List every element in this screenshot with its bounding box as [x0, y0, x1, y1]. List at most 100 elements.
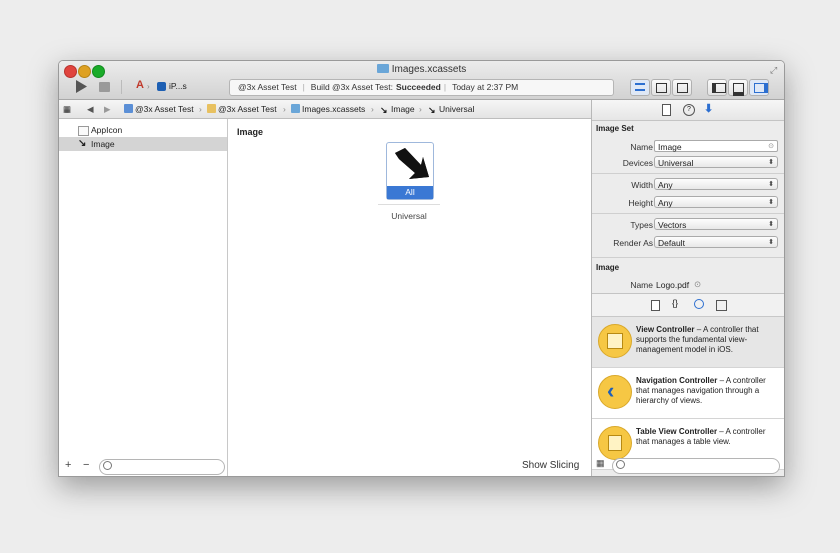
chevron-right-icon: › [371, 104, 374, 114]
library-tabs: {} [592, 294, 784, 317]
grid-view-icon[interactable]: ▦ [596, 458, 605, 469]
image-slot[interactable]: All [386, 142, 434, 200]
updown-icon: ⬍ [768, 221, 774, 228]
chevron-right-icon: › [147, 82, 150, 91]
assistant-editor-button[interactable] [651, 79, 671, 96]
media-library-icon[interactable] [716, 300, 727, 311]
breadcrumb-image[interactable]: ↘ Image [380, 100, 415, 118]
devices-row: Devices Universal ⬍ [592, 155, 784, 173]
run-button[interactable] [74, 79, 88, 94]
window-title: Images.xcassets [59, 64, 784, 75]
library-item-title: View Controller [636, 325, 695, 334]
file-inspector-icon[interactable] [662, 104, 671, 116]
arrow-down-right-icon: ↘ [380, 105, 388, 115]
utilities-panel: ? ⬇ Image Set Name Image ⊙ Devices Univer… [591, 100, 784, 476]
xcode-window: Images.xcassets ⤢ A › iP...s @3x Asset T… [58, 60, 785, 477]
list-icon [635, 83, 645, 91]
toggle-navigator-button[interactable] [707, 79, 727, 96]
breadcrumb-universal[interactable]: ↘ Universal [428, 100, 474, 118]
titlebar: Images.xcassets ⤢ A › iP...s @3x Asset T… [59, 61, 784, 100]
chevron-right-icon: › [199, 104, 202, 114]
library-item[interactable]: ‹ Navigation Controller – A controller t… [592, 368, 784, 419]
divider [592, 173, 784, 174]
fullscreen-icon[interactable]: ⤢ [770, 65, 777, 76]
height-row: Height Any ⬍ [592, 195, 784, 213]
stop-button[interactable] [99, 82, 110, 92]
appicon-icon [78, 126, 89, 136]
filter-icon [103, 461, 112, 470]
divider [592, 213, 784, 214]
updown-icon: ⬍ [768, 181, 774, 188]
status-result: Succeeded [395, 82, 441, 92]
navigation-controller-icon: ‹ [598, 375, 632, 409]
right-panel-icon [754, 83, 768, 93]
inspector-tabs: ? ⬇ [592, 100, 784, 121]
chevron-right-icon: › [283, 104, 286, 114]
back-button[interactable]: ◀ [87, 100, 94, 118]
list-item[interactable]: AppIcon [59, 123, 227, 137]
toggle-utilities-button[interactable] [749, 79, 769, 96]
add-button[interactable]: + [65, 459, 71, 471]
left-panel-icon [712, 83, 726, 93]
code-snippet-icon[interactable]: {} [672, 298, 678, 308]
scheme-destination[interactable]: iP...s [169, 81, 187, 91]
asset-heading: Image [237, 127, 264, 137]
library-item[interactable]: View Controller – A controller that supp… [592, 317, 784, 368]
project-icon [124, 104, 133, 113]
version-editor-button[interactable] [672, 79, 692, 96]
image-set-title: Image Set [596, 124, 634, 133]
library-item-title: Table View Controller [636, 427, 718, 436]
view-controller-icon [598, 324, 632, 358]
show-slicing-button[interactable]: Show Slicing [522, 460, 579, 471]
toggle-debug-button[interactable] [728, 79, 748, 96]
breadcrumb-asset-catalog[interactable]: Images.xcassets [291, 100, 365, 118]
folder-icon [376, 64, 389, 73]
breadcrumb-project[interactable]: @3x Asset Test [124, 100, 194, 118]
remove-button[interactable]: − [83, 459, 89, 471]
render-as-row: Render As Default ⬍ [592, 235, 784, 253]
filter-field[interactable] [99, 459, 225, 475]
table-glyph [608, 435, 622, 451]
status-build: Build @3x Asset Test: [310, 82, 393, 92]
library-filter-field[interactable] [612, 458, 780, 474]
name-field[interactable]: Image ⊙ [654, 140, 778, 152]
arrow-down-right-icon: ↘ [428, 105, 436, 115]
file-template-icon[interactable] [651, 300, 660, 311]
reveal-icon[interactable]: ⊙ [694, 279, 701, 290]
image-file-name: Logo.pdf [656, 280, 690, 290]
asset-catalog-icon [291, 104, 300, 113]
filter-icon [616, 460, 625, 469]
bottom-panel-icon [733, 83, 744, 96]
device-icon [157, 82, 166, 91]
assistant-icon [656, 83, 667, 93]
related-items-icon[interactable]: ▦ [63, 100, 71, 118]
types-row: Types Vectors ⬍ [592, 217, 784, 235]
updown-icon: ⬍ [768, 239, 774, 246]
breadcrumb-group[interactable]: @3x Asset Test [207, 100, 277, 118]
chevron-right-icon: › [419, 104, 422, 114]
clear-icon: ⊙ [768, 143, 774, 150]
render-as-select[interactable]: Default ⬍ [654, 236, 778, 248]
standard-editor-button[interactable] [630, 79, 650, 96]
object-library-icon[interactable] [694, 299, 704, 309]
width-select[interactable]: Any ⬍ [654, 178, 778, 190]
forward-button[interactable]: ▶ [104, 100, 111, 118]
attributes-inspector-icon[interactable]: ⬇ [704, 102, 713, 115]
list-item[interactable]: ↘ Image [59, 137, 227, 151]
slot-badge: All [387, 186, 433, 199]
table-view-controller-icon [598, 426, 632, 460]
updown-icon: ⬍ [768, 159, 774, 166]
image-title: Image [596, 263, 620, 272]
app-scheme-icon: A [136, 79, 144, 91]
library-item-title: Navigation Controller [636, 376, 718, 385]
help-icon[interactable]: ? [683, 104, 695, 116]
activity-status: @3x Asset Test | Build @3x Asset Test: Succ… [229, 79, 614, 96]
version-icon [677, 83, 688, 93]
status-divider: | [302, 82, 305, 92]
types-select[interactable]: Vectors ⬍ [654, 218, 778, 230]
updown-icon: ⬍ [768, 199, 774, 206]
height-select[interactable]: Any ⬍ [654, 196, 778, 208]
arrow-down-right-icon [395, 148, 429, 179]
chevron-left-icon: ‹ [607, 378, 615, 403]
devices-select[interactable]: Universal ⬍ [654, 156, 778, 168]
